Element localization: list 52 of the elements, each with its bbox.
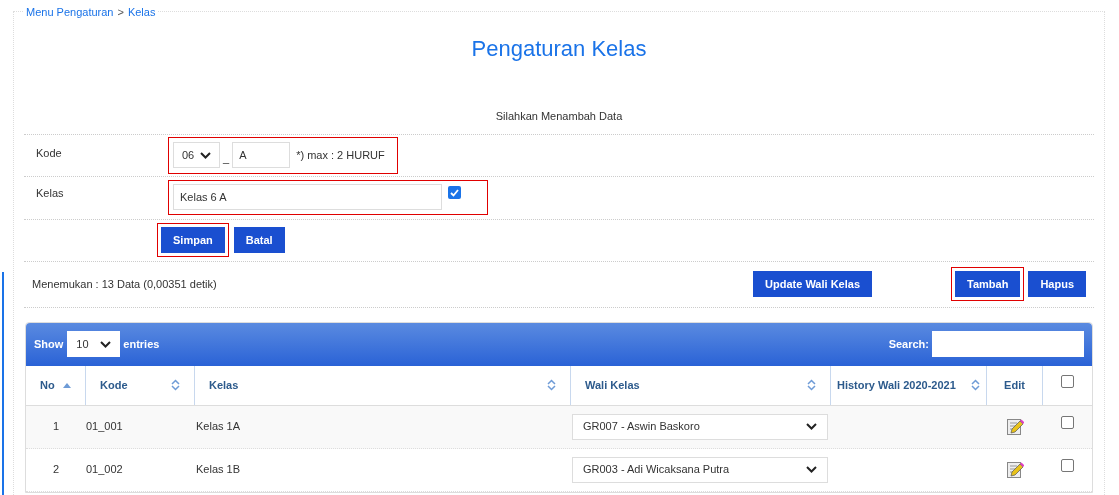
checkbox[interactable] (1061, 458, 1074, 472)
field-label: Kode (35, 145, 63, 161)
sort-ascending-icon (63, 382, 71, 388)
class-name-input[interactable]: Kelas 6 A (173, 184, 442, 210)
table-cell-text: 01_001 (86, 419, 123, 435)
edit-pencil-icon[interactable] (1006, 417, 1024, 436)
hint-text: *) max : 2 HURUF (296, 147, 385, 163)
table-cell-text: Kelas 1B (196, 462, 241, 478)
chevron-down-icon (200, 151, 211, 159)
search-label: Search: (888, 336, 929, 352)
code-input[interactable]: A (232, 142, 291, 168)
column-header[interactable]: Wali Kelas (571, 365, 831, 405)
search-field[interactable] (932, 331, 1084, 357)
checkbox[interactable] (448, 186, 461, 199)
button[interactable]: Simpan (161, 227, 225, 253)
teacher-select[interactable]: GR007 - Aswin Baskoro (572, 413, 828, 440)
table-cell-text: 2 (52, 462, 60, 478)
column-header[interactable]: Edit (987, 365, 1043, 405)
sort-icon (971, 379, 980, 391)
result-summary: Menemukan : 13 Data (0,00351 detik) (31, 276, 218, 292)
button[interactable]: Update Wali Kelas (753, 271, 872, 297)
breadcrumb-link[interactable]: Kelas (127, 4, 156, 21)
chevron-down-icon (100, 340, 112, 348)
sort-icon (547, 379, 556, 391)
page-title: Pengaturan Kelas (471, 35, 647, 63)
table-cell-text: Kelas 1A (196, 419, 241, 435)
edit-pencil-icon[interactable] (1006, 460, 1024, 479)
field-label: Kelas (35, 186, 65, 202)
button[interactable]: Hapus (1028, 271, 1086, 297)
column-header[interactable]: Kode (86, 365, 195, 405)
chevron-down-icon (806, 423, 817, 430)
column-header[interactable]: History Wali 2020-2021 (831, 365, 987, 405)
sort-icon (807, 379, 816, 391)
teacher-select[interactable]: GR003 - Adi Wicaksana Putra (572, 456, 828, 483)
separator-text: _ (223, 151, 230, 166)
chevron-down-icon (806, 466, 817, 473)
form-heading: Silahkan Menambah Data (495, 109, 623, 124)
checkbox[interactable] (1061, 374, 1074, 388)
column-header[interactable]: Kelas (195, 365, 571, 405)
column-header[interactable]: No (26, 365, 86, 405)
breadcrumb-link[interactable]: Menu Pengaturan (26, 4, 114, 21)
code-select[interactable]: 06 (173, 142, 220, 168)
checkbox[interactable] (1061, 415, 1074, 429)
breadcrumb-separator: > (117, 5, 124, 20)
button[interactable]: Batal (233, 227, 285, 253)
sort-icon (171, 379, 180, 391)
page-size-select[interactable]: 10 (67, 331, 121, 357)
entries-label: entries (123, 336, 160, 352)
button[interactable]: Tambah (955, 271, 1021, 297)
table-cell-text: 01_002 (86, 462, 123, 478)
show-label: Show (34, 336, 64, 352)
table-cell-text: 1 (52, 419, 60, 435)
